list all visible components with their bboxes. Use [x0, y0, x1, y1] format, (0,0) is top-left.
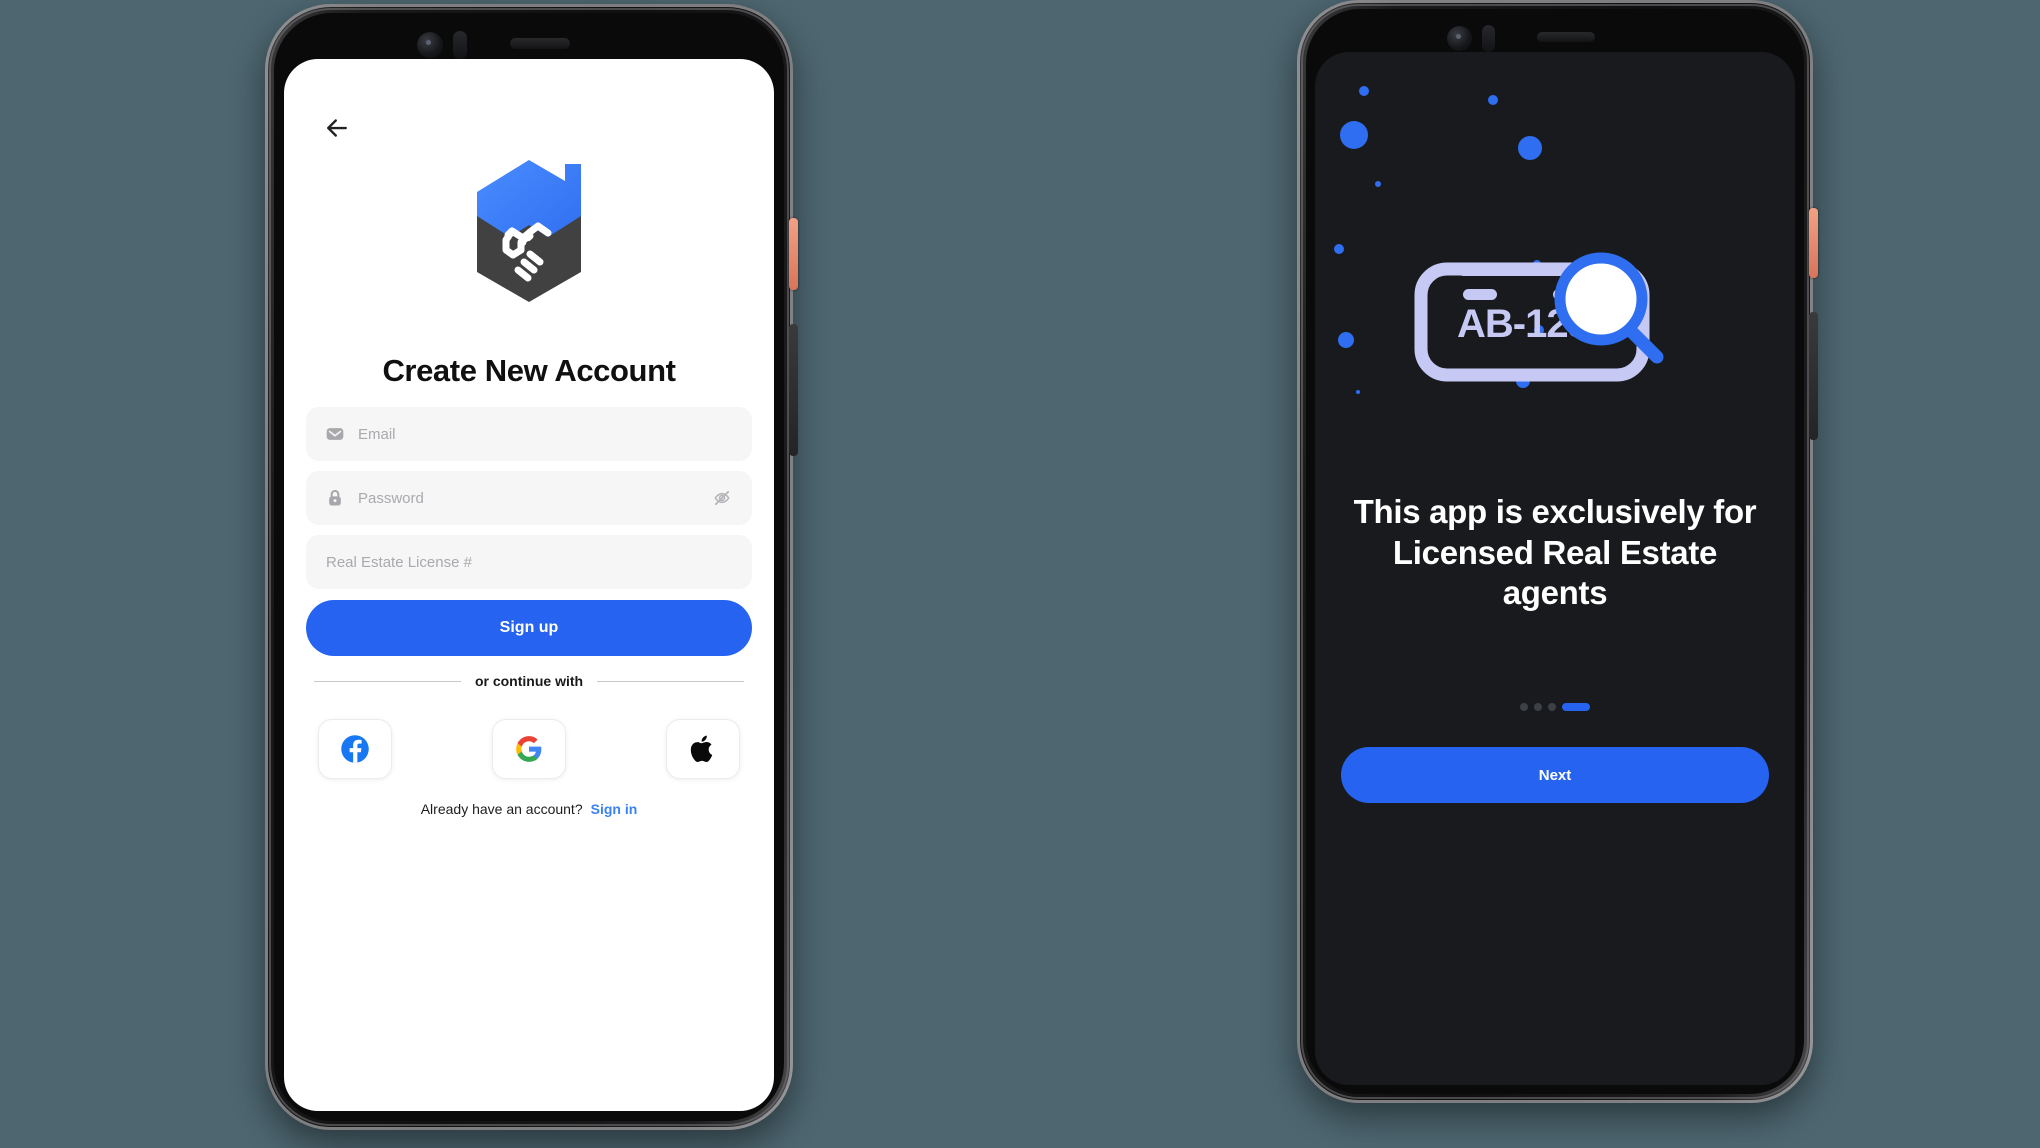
- onboarding-pagination: [1315, 700, 1795, 714]
- proximity-sensor-icon: [453, 31, 467, 59]
- volume-rocker-left[interactable]: [789, 324, 798, 456]
- decorative-dot-5: [1375, 181, 1381, 187]
- decorative-dot-1: [1359, 86, 1369, 96]
- arrow-left-icon: [327, 119, 347, 137]
- sign-in-link[interactable]: Sign in: [591, 801, 638, 817]
- password-placeholder: Password: [358, 489, 424, 507]
- back-button[interactable]: [315, 106, 359, 150]
- footer-text: Already have an account?: [420, 801, 583, 817]
- divider-label: or continue with: [474, 673, 584, 689]
- page-dot-4-active[interactable]: [1562, 703, 1590, 711]
- license-illustration: AB-123: [1315, 227, 1795, 407]
- phone-mockup-left: Create New Account Email Password Real E…: [265, 4, 798, 1130]
- envelope-icon: [324, 423, 346, 445]
- license-field[interactable]: Real Estate License #: [306, 535, 752, 589]
- divider-line-left: [314, 680, 461, 682]
- front-camera-icon: [417, 32, 443, 58]
- phone-mockup-right: AB-123 This app is exclusively for Licen…: [1297, 0, 1818, 1103]
- divider-line-right: [597, 680, 745, 682]
- power-button-left[interactable]: [789, 218, 798, 290]
- apple-icon: [690, 735, 713, 762]
- decorative-dot-4: [1518, 136, 1542, 160]
- sign-up-button[interactable]: Sign up: [306, 600, 752, 656]
- facebook-login-button[interactable]: [318, 719, 392, 779]
- decorative-dot-3: [1340, 121, 1368, 149]
- app-logo: [284, 154, 774, 302]
- page-title: Create New Account: [382, 353, 676, 388]
- onboarding-headline: This app is exclusively for Licensed Rea…: [1353, 493, 1757, 612]
- google-login-button[interactable]: [492, 719, 566, 779]
- front-camera-icon: [1447, 26, 1472, 51]
- mockup-stage: Create New Account Email Password Real E…: [0, 0, 2040, 1148]
- screen-right: AB-123 This app is exclusively for Licen…: [1315, 52, 1795, 1085]
- google-icon: [516, 736, 542, 762]
- decorative-dot-2: [1488, 95, 1498, 105]
- earpiece-speaker-icon: [510, 38, 570, 49]
- license-placeholder: Real Estate License #: [326, 553, 472, 571]
- eye-off-icon[interactable]: [710, 486, 734, 510]
- proximity-sensor-icon: [1482, 25, 1495, 52]
- apple-login-button[interactable]: [666, 719, 740, 779]
- screen-left: Create New Account Email Password Real E…: [284, 59, 774, 1111]
- page-dot-3[interactable]: [1548, 703, 1556, 711]
- facebook-icon: [341, 735, 369, 763]
- email-field[interactable]: Email: [306, 407, 752, 461]
- social-login-row: [318, 719, 740, 779]
- earpiece-speaker-icon: [1537, 32, 1595, 42]
- password-field[interactable]: Password: [306, 471, 752, 525]
- house-handshake-logo: [477, 160, 581, 302]
- next-button[interactable]: Next: [1341, 747, 1769, 803]
- lock-icon: [324, 487, 346, 509]
- license-card-magnifier-illustration: AB-123: [1414, 252, 1664, 382]
- email-placeholder: Email: [358, 425, 396, 443]
- divider: or continue with: [314, 671, 745, 691]
- volume-rocker-right[interactable]: [1809, 312, 1818, 440]
- page-dot-2[interactable]: [1534, 703, 1542, 711]
- sign-in-footer: Already have an account? Sign in: [284, 801, 774, 817]
- page-dot-1[interactable]: [1520, 703, 1528, 711]
- power-button-right[interactable]: [1809, 208, 1818, 278]
